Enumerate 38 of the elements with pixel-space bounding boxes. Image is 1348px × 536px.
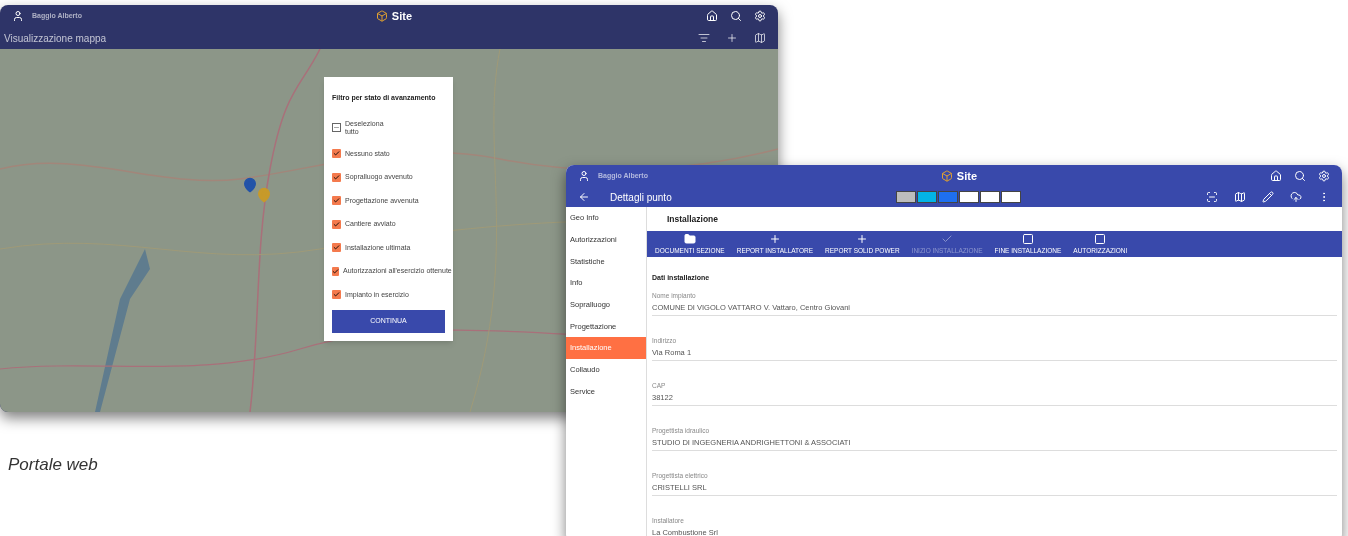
home-icon[interactable] — [1270, 170, 1282, 182]
checkbox[interactable] — [332, 243, 341, 253]
map-pin-icon — [256, 187, 272, 203]
home-icon[interactable] — [706, 10, 718, 22]
map-pin-icon — [242, 177, 258, 193]
folder-icon — [683, 232, 696, 245]
checkbox-icon — [1094, 232, 1107, 245]
user-icon — [578, 170, 590, 182]
search-icon[interactable] — [730, 10, 742, 22]
caption: Portale web — [8, 454, 98, 476]
plus-icon — [856, 232, 869, 245]
search-icon[interactable] — [1294, 170, 1306, 182]
checkbox[interactable] — [332, 266, 339, 276]
pencil-icon[interactable] — [1262, 191, 1274, 203]
checkbox[interactable] — [332, 219, 341, 229]
page-title: Dettagli punto — [610, 190, 672, 205]
user-icon — [12, 10, 24, 22]
plus-icon — [768, 232, 781, 245]
plus-icon[interactable] — [726, 32, 738, 44]
map-icon[interactable] — [1234, 191, 1246, 203]
checkbox-icon — [1021, 232, 1034, 245]
checkbox[interactable] — [332, 149, 341, 159]
cloud-upload-icon[interactable] — [1290, 191, 1302, 203]
deselect-checkbox[interactable] — [332, 123, 341, 132]
filter-icon[interactable] — [698, 32, 710, 44]
checkbox[interactable] — [332, 290, 341, 300]
logo: Site — [940, 167, 978, 185]
settings-icon[interactable] — [1318, 170, 1330, 182]
scan-icon[interactable] — [1206, 191, 1218, 203]
settings-icon[interactable] — [754, 10, 766, 22]
map-icon[interactable] — [754, 32, 766, 44]
minus-icon — [333, 124, 340, 131]
checkbox[interactable] — [332, 196, 341, 206]
section-title: Installazione — [667, 212, 718, 226]
logo: Site — [375, 7, 413, 25]
back-icon[interactable] — [578, 191, 590, 203]
page-title: Visualizzazione mappa — [4, 31, 107, 46]
checkbox[interactable] — [332, 172, 341, 182]
